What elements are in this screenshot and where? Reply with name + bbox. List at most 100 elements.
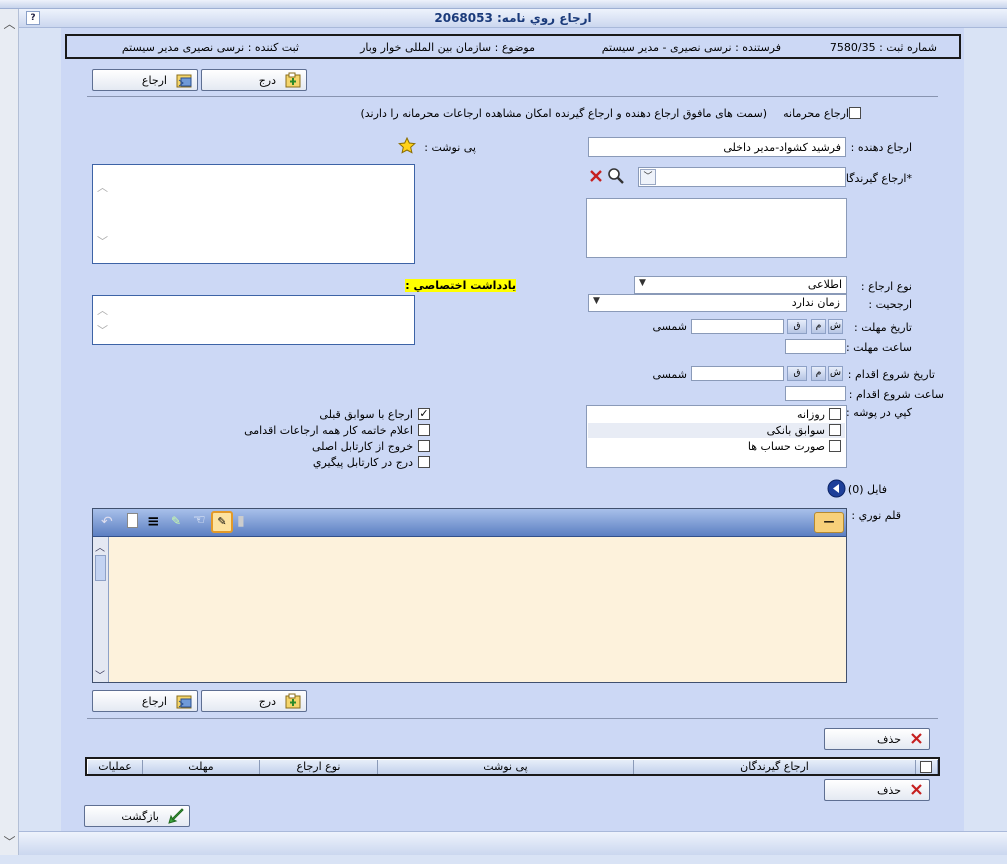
refer-button-bottom[interactable]: ارجاع: [92, 690, 198, 712]
start-date-type-gregorian[interactable]: م: [811, 366, 826, 381]
start-date-label: تاریخ شروع اقدام :: [847, 368, 935, 381]
pen-editor[interactable]: — ↶ ≡ ✎ ☜ ✎ ▮ ︿ ﹀: [92, 508, 847, 683]
help-button[interactable]: ?: [26, 11, 40, 25]
priority-select[interactable]: زمان ندارد ▼: [588, 294, 847, 312]
textarea-scroll-up-icon: ︿: [97, 181, 108, 194]
folder-list[interactable]: روزانه سوابق بانکی صورت حساب ها: [586, 405, 847, 468]
refer-icon: [176, 695, 192, 709]
referrals-table: ارجاع گیرندگان پی نوشت نوع ارجاع مهلت عم…: [85, 757, 940, 776]
option-checkbox-followup[interactable]: [418, 456, 430, 468]
folder-item[interactable]: صورت حساب ها: [588, 439, 845, 454]
date-type-gregorian[interactable]: م: [811, 319, 826, 334]
select-all-checkbox[interactable]: [920, 761, 932, 773]
insert-icon: [285, 72, 301, 88]
scroll-up-icon[interactable]: ︿: [95, 539, 105, 554]
deadline-date-label: تاریخ مهلت :: [854, 321, 912, 334]
referral-type-select[interactable]: اطلاعی ▼: [634, 276, 847, 294]
textarea-scroll-down-icon: ﹀: [97, 235, 108, 248]
date-type-lunar[interactable]: ق: [787, 319, 807, 334]
option-label: درج در کارتابل پيگيري: [312, 456, 413, 469]
scroll-up-icon[interactable]: ︿: [3, 17, 16, 31]
brush-icon[interactable]: ✎: [171, 514, 181, 528]
bottom-bar: [19, 831, 1007, 855]
new-page-icon[interactable]: [127, 513, 138, 528]
pointer-hand-icon[interactable]: ☜: [193, 512, 206, 528]
option-label: ارجاع با سوابق قبلی: [319, 408, 413, 421]
private-note-textarea[interactable]: ︿ ﹀: [92, 295, 415, 345]
date-type-solar[interactable]: ش: [828, 319, 843, 334]
subject: موضوع : سازمان بین المللی خوار وبار: [360, 41, 535, 54]
start-time-label: ساعت شروع اقدام :: [848, 388, 944, 401]
confidential-checkbox[interactable]: [849, 107, 861, 119]
column-header[interactable]: پی نوشت: [378, 760, 634, 774]
clear-icon[interactable]: [589, 169, 603, 183]
record-number: شماره ثبت : 7580/35: [829, 41, 937, 54]
copy-folder-label: کپي در پوشه :: [846, 406, 912, 419]
minimize-icon[interactable]: —: [814, 512, 844, 533]
eraser-icon[interactable]: ▮: [237, 513, 245, 529]
editor-scrollbar[interactable]: ︿ ﹀: [93, 537, 109, 682]
refer-icon: [176, 74, 192, 88]
option-label: خروج از کارتابل اصلی: [311, 440, 413, 453]
column-header[interactable]: عملیات: [88, 760, 143, 774]
scroll-down-icon[interactable]: ﹀: [3, 835, 16, 849]
calendar-label: شمسی: [652, 320, 687, 333]
attach-file-icon[interactable]: [827, 479, 846, 498]
option-checkbox-finish[interactable]: [418, 424, 430, 436]
footnote-textarea[interactable]: ︿ ﹀: [92, 164, 415, 264]
column-header[interactable]: نوع ارجاع: [260, 760, 378, 774]
textarea-scroll-up-icon: ︿: [97, 304, 108, 317]
referral-type-label: نوع ارجاع :: [860, 280, 912, 293]
priority-label: ارجحیت :: [868, 298, 912, 311]
registrar: ثبت کننده : نرسی نصیری مدیر سیستم: [121, 41, 299, 54]
window-title-bar: ارجاع روي نامه: 2068053: [19, 9, 1007, 28]
recipients-list[interactable]: [586, 198, 847, 258]
delete-button-bottom[interactable]: حذف: [824, 779, 930, 801]
column-header[interactable]: مهلت: [143, 760, 260, 774]
start-date-type-solar[interactable]: ش: [828, 366, 843, 381]
start-date-type-lunar[interactable]: ق: [787, 366, 807, 381]
refer-button[interactable]: ارجاع: [92, 69, 198, 91]
pen-tool-icon[interactable]: ✎: [211, 511, 233, 533]
scroll-thumb[interactable]: [95, 555, 106, 581]
option-checkbox-previous[interactable]: ✓: [418, 408, 430, 420]
option-checkbox-exit[interactable]: [418, 440, 430, 452]
insert-button-bottom[interactable]: درج: [201, 690, 307, 712]
chevron-down-icon[interactable]: ﹀: [640, 169, 656, 185]
scroll-down-icon[interactable]: ﹀: [95, 667, 105, 682]
letter-info-bar: شماره ثبت : 7580/35 فرستنده : نرسی نصیری…: [65, 34, 961, 59]
chevron-down-icon: ▼: [639, 278, 646, 288]
private-note-label: يادداشت اختصاصي :: [405, 279, 516, 292]
delete-icon: [911, 784, 922, 795]
footnote-label: پی نوشت :: [424, 141, 476, 154]
editor-toolbar: — ↶ ≡ ✎ ☜ ✎ ▮: [93, 509, 846, 537]
start-date-input[interactable]: [691, 366, 784, 381]
pen-label: قلم نوري :: [851, 509, 901, 522]
undo-icon[interactable]: ↶: [101, 514, 113, 530]
search-icon[interactable]: [607, 167, 625, 185]
deadline-time-input[interactable]: [785, 339, 846, 354]
delete-button[interactable]: حذف: [824, 728, 930, 750]
referrer-field[interactable]: فرشید کشواد-مدیر داخلی: [588, 137, 846, 157]
insert-button[interactable]: درج: [201, 69, 307, 91]
line-width-icon[interactable]: ≡: [147, 512, 160, 530]
folder-item[interactable]: روزانه: [588, 407, 845, 422]
folder-checkbox[interactable]: [829, 408, 841, 420]
divider: [87, 96, 938, 97]
sender: فرستنده : نرسی نصیری - مدیر سیستم: [601, 41, 781, 54]
back-button[interactable]: بازگشت: [84, 805, 190, 827]
page-scrollbar[interactable]: ︿ ﹀: [0, 9, 19, 855]
delete-icon: [911, 733, 922, 744]
deadline-date-input[interactable]: [691, 319, 784, 334]
confidential-label: ارجاع محرمانه: [783, 107, 849, 120]
column-header[interactable]: ارجاع گیرندگان: [634, 760, 916, 774]
star-icon[interactable]: [398, 137, 416, 155]
folder-checkbox[interactable]: [829, 440, 841, 452]
start-time-input[interactable]: [785, 386, 846, 401]
folder-checkbox[interactable]: [829, 424, 841, 436]
select-all-cell[interactable]: [916, 760, 938, 774]
file-label: فايل (0): [847, 483, 887, 496]
option-label: اعلام خاتمه کار همه ارجاعات اقدامی: [244, 424, 413, 437]
recipients-select[interactable]: ﹀: [638, 167, 846, 187]
folder-item[interactable]: سوابق بانکی: [588, 423, 845, 438]
